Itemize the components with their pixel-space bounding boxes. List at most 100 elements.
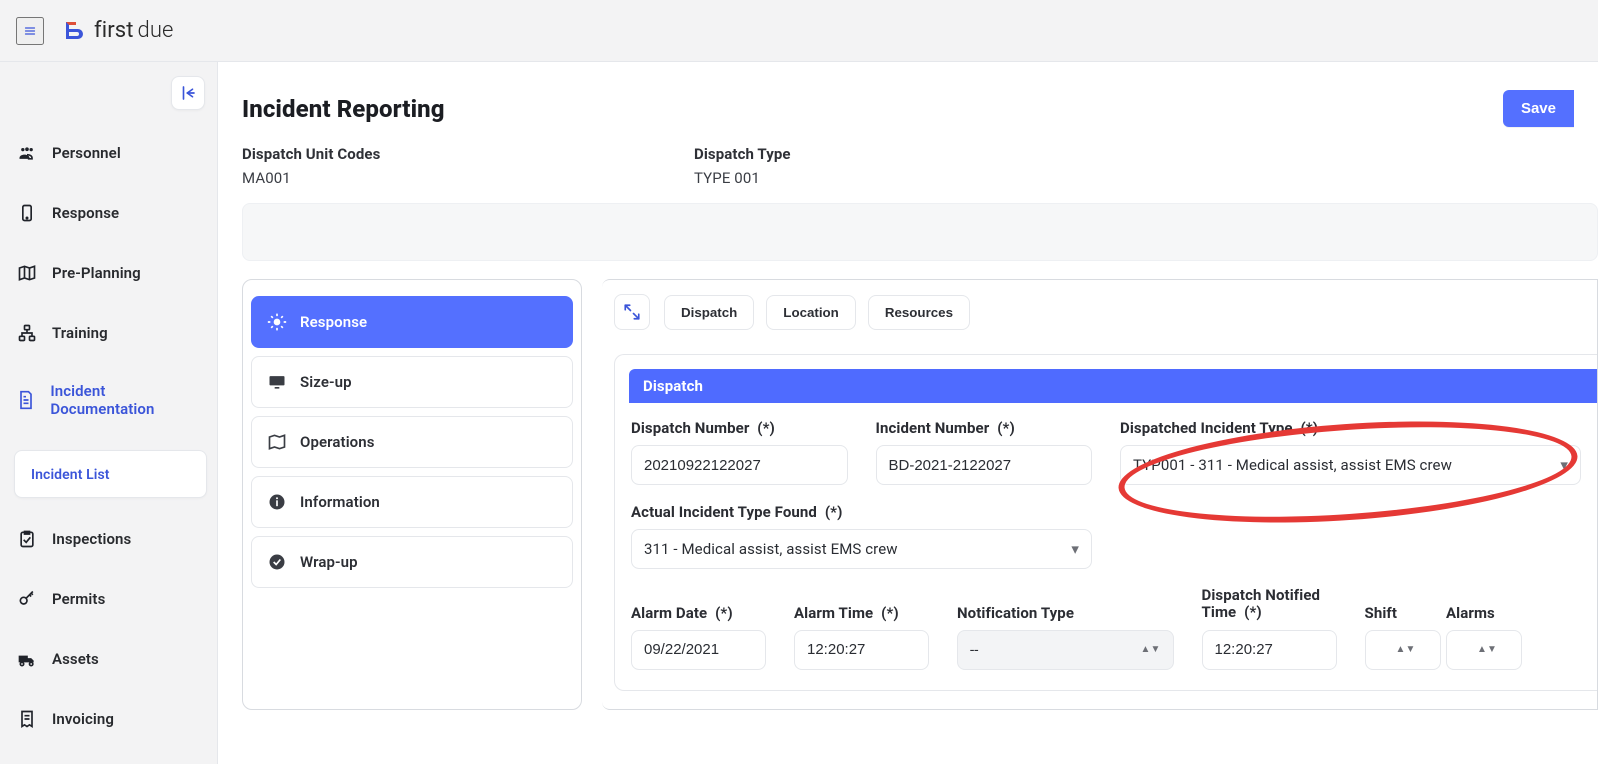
sidebar-item-preplanning[interactable]: Pre-Planning	[10, 252, 207, 294]
dispatched-incident-type-select[interactable]: TYP001 - 311 - Medical assist, assist EM…	[1120, 445, 1581, 485]
diagram-icon	[16, 322, 38, 344]
tab-dispatch[interactable]: Dispatch	[664, 295, 754, 330]
truck-icon	[16, 648, 38, 670]
menu-toggle[interactable]	[16, 17, 44, 45]
actual-incident-type-select[interactable]: 311 - Medical assist, assist EMS crew ▾	[631, 529, 1092, 569]
field-label: Dispatch Number (*)	[631, 419, 848, 437]
step-operations[interactable]: Operations	[251, 416, 573, 468]
people-icon	[16, 142, 38, 164]
bug-icon	[266, 311, 288, 333]
info-value: TYPE 001	[694, 169, 1122, 187]
info-row: Dispatch Unit Codes MA001 Dispatch Type …	[218, 141, 1598, 203]
tab-resources[interactable]: Resources	[868, 295, 970, 330]
step-wrapup[interactable]: Wrap-up	[251, 536, 573, 588]
alarm-time-input[interactable]	[794, 630, 929, 670]
sidebar-item-invoicing[interactable]: Invoicing	[10, 698, 207, 740]
step-label: Size-up	[300, 373, 352, 391]
select-value: TYP001 - 311 - Medical assist, assist EM…	[1133, 456, 1452, 474]
stepper-icon: ▲▼	[1396, 646, 1416, 654]
field-label: Shift	[1365, 604, 1419, 622]
field-alarm-date: Alarm Date (*)	[631, 604, 766, 670]
field-actual-incident-type: Actual Incident Type Found (*) 311 - Med…	[631, 503, 1092, 569]
brand-name-1: first	[94, 18, 134, 43]
field-label: Notification Type	[957, 604, 1174, 622]
field-alarm-time: Alarm Time (*)	[794, 604, 929, 670]
form-area: Dispatch Location Resources Dispatch Dis…	[602, 279, 1598, 710]
caret-down-icon: ▾	[1560, 456, 1568, 474]
step-label: Response	[300, 313, 367, 331]
field-dispatch-number: Dispatch Number (*)	[631, 419, 848, 485]
sidebar-sub-link[interactable]: Incident List	[31, 467, 110, 483]
sidebar-item-label: Incident Documentation	[50, 382, 201, 418]
expand-button[interactable]	[614, 294, 650, 330]
sidebar-item-label: Permits	[52, 590, 105, 608]
shift-select[interactable]: ▲▼	[1365, 630, 1441, 670]
sidebar-item-label: Inspections	[52, 530, 131, 548]
dispatch-notified-time-input[interactable]	[1202, 630, 1337, 670]
select-value: 311 - Medical assist, assist EMS crew	[644, 540, 898, 558]
save-button[interactable]: Save	[1503, 90, 1574, 127]
app: Personnel Response Pre-Planning Training	[0, 62, 1598, 764]
field-label: Alarm Date (*)	[631, 604, 766, 622]
sidebar-item-assets[interactable]: Assets	[10, 638, 207, 680]
brand-logo-icon	[60, 19, 84, 43]
info-label: Dispatch Type	[694, 145, 1122, 163]
field-label: Alarms	[1446, 604, 1500, 622]
device-icon	[16, 202, 38, 224]
form-inner: Dispatch Dispatch Number (*)	[614, 354, 1597, 691]
step-information[interactable]: Information	[251, 476, 573, 528]
section-header: Dispatch	[629, 369, 1597, 403]
monitor-icon	[266, 371, 288, 393]
field-label: Alarm Time (*)	[794, 604, 929, 622]
sidebar-item-personnel[interactable]: Personnel	[10, 132, 207, 174]
notification-type-select[interactable]: -- ▲▼	[957, 630, 1174, 670]
ops-icon	[266, 431, 288, 453]
step-sizeup[interactable]: Size-up	[251, 356, 573, 408]
field-dispatch-notified-time: Dispatch Notified Time (*)	[1202, 587, 1337, 670]
dispatch-number-input[interactable]	[631, 445, 848, 485]
sidebar-sub-incident-list[interactable]: Incident List	[14, 450, 207, 498]
field-label: Actual Incident Type Found (*)	[631, 503, 1092, 521]
field-label: Dispatched Incident Type (*)	[1120, 419, 1581, 437]
spacer-panel	[242, 203, 1598, 261]
sidebar-item-permits[interactable]: Permits	[10, 578, 207, 620]
sidebar-item-training[interactable]: Training	[10, 312, 207, 354]
sidebar-item-label: Personnel	[52, 144, 121, 162]
receipt-icon	[16, 708, 38, 730]
sidebar-collapse[interactable]	[171, 76, 205, 110]
field-label: Dispatch Notified Time (*)	[1202, 587, 1337, 622]
tab-location[interactable]: Location	[766, 295, 856, 330]
info-dispatch-unit-codes: Dispatch Unit Codes MA001	[242, 145, 670, 187]
incident-number-input[interactable]	[876, 445, 1093, 485]
map-icon	[16, 262, 38, 284]
page-head: Incident Reporting Save	[218, 62, 1598, 141]
sidebar-item-label: Assets	[52, 650, 99, 668]
form-grid: Dispatch Number (*) Incident Number (*)	[615, 419, 1597, 670]
brand-name-2: due	[138, 18, 174, 43]
form-topbar: Dispatch Location Resources	[614, 294, 1597, 338]
caret-down-icon: ▾	[1071, 540, 1079, 558]
field-shift: Shift ▲▼	[1365, 604, 1419, 670]
sidebar-item-label: Pre-Planning	[52, 264, 141, 282]
topbar: first due	[0, 0, 1598, 62]
sidebar: Personnel Response Pre-Planning Training	[0, 62, 218, 764]
info-icon	[266, 491, 288, 513]
sidebar-nav: Personnel Response Pre-Planning Training	[10, 132, 207, 740]
step-label: Wrap-up	[300, 553, 358, 571]
sidebar-item-inspections[interactable]: Inspections	[10, 518, 207, 560]
field-notification-type: Notification Type -- ▲▼	[957, 604, 1174, 670]
field-alarms: Alarms ▲▼	[1446, 604, 1500, 670]
step-label: Information	[300, 493, 380, 511]
alarm-date-input[interactable]	[631, 630, 766, 670]
alarms-select[interactable]: ▲▼	[1446, 630, 1522, 670]
sidebar-item-label: Training	[52, 324, 108, 342]
done-icon	[266, 551, 288, 573]
step-response[interactable]: Response	[251, 296, 573, 348]
form-tabs: Dispatch Location Resources	[664, 295, 970, 330]
select-value: --	[970, 641, 979, 659]
sidebar-item-incident-documentation[interactable]: Incident Documentation	[10, 372, 207, 428]
sidebar-item-response[interactable]: Response	[10, 192, 207, 234]
sidebar-item-label: Response	[52, 204, 119, 222]
check-icon	[16, 528, 38, 550]
field-incident-number: Incident Number (*)	[876, 419, 1093, 485]
